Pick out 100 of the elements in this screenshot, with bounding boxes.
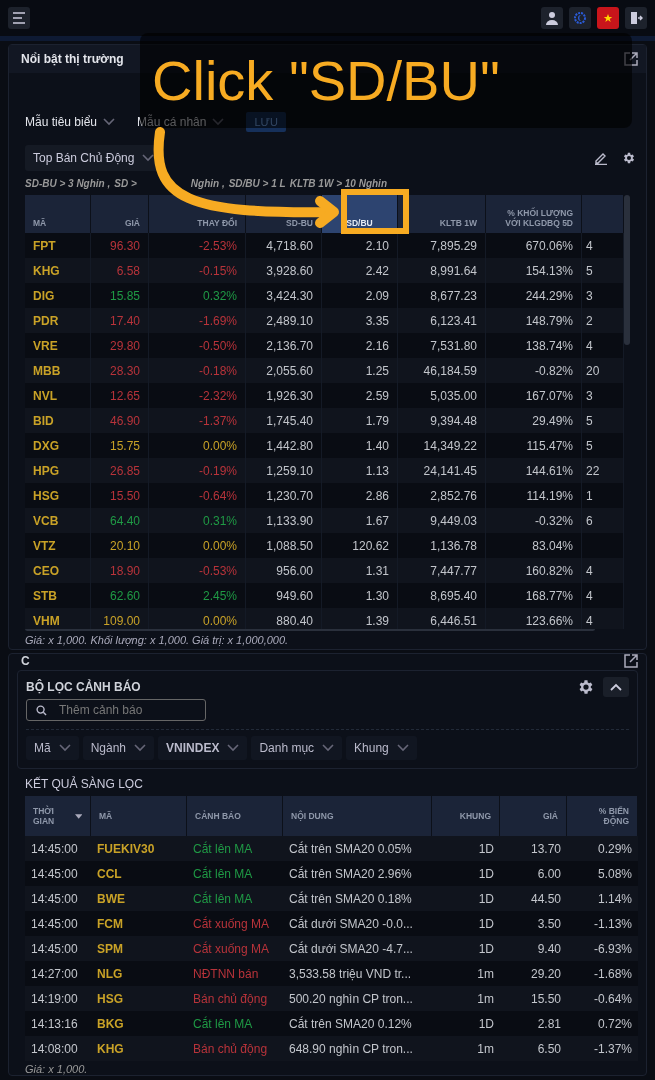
symbol-cell[interactable]: SPM (91, 936, 187, 961)
open-external-icon[interactable] (624, 654, 638, 668)
logout-icon[interactable] (625, 7, 647, 29)
table-cell: 1 (582, 483, 624, 508)
symbol-cell[interactable]: MBB (25, 358, 91, 383)
price-cell: 29.20 (500, 961, 567, 986)
time-cell: 14:08:00 (25, 1036, 91, 1061)
filter-dropdown[interactable]: VNINDEX (158, 736, 248, 760)
table-cell: 160.82% (486, 558, 582, 583)
symbol-cell[interactable]: CCL (91, 861, 187, 886)
symbol-cell[interactable]: DIG (25, 283, 91, 308)
collapse-button[interactable] (603, 677, 629, 697)
symbol-cell[interactable]: VHM (25, 608, 91, 629)
content-cell: Cắt dưới SMA20 -0.0... (283, 911, 432, 936)
table-cell: 83.04% (486, 533, 582, 558)
column-header[interactable]: THỜI GIAN (25, 796, 91, 836)
content-cell: Cắt trên SMA20 0.18% (283, 886, 432, 911)
column-header[interactable]: MÃ (25, 195, 91, 233)
symbol-cell[interactable]: KHG (91, 1036, 187, 1061)
frame-cell: 1D (432, 836, 500, 861)
table-cell: 1,745.40 (246, 408, 322, 433)
table-cell: 6,446.51 (398, 608, 486, 629)
sort-caret-icon (74, 813, 82, 819)
symbol-cell[interactable]: FPT (25, 233, 91, 258)
table-cell: 4 (582, 233, 624, 258)
column-header[interactable]: KHUNG (432, 796, 500, 836)
column-header[interactable]: % BIẾN ĐỘNG (567, 796, 638, 836)
alert-cell: Bán chủ động (187, 986, 283, 1011)
column-header[interactable]: MÃ (91, 796, 187, 836)
open-external-icon[interactable] (624, 52, 638, 66)
symbol-cell[interactable]: HSG (25, 483, 91, 508)
change-cell: -2.53% (149, 233, 246, 258)
user-icon[interactable] (541, 7, 563, 29)
table-cell: 2.86 (322, 483, 398, 508)
horizontal-scrollbar[interactable] (25, 626, 595, 631)
price-cell: 15.50 (91, 483, 149, 508)
symbol-cell[interactable]: STB (25, 583, 91, 608)
table-cell: 167.07% (486, 383, 582, 408)
search-field[interactable]: Thêm cảnh báo (26, 699, 206, 721)
panel-title: Nổi bật thị trường (21, 52, 124, 66)
column-header[interactable]: GIÁ (500, 796, 567, 836)
symbol-cell[interactable]: PDR (25, 308, 91, 333)
table-cell: 4 (582, 333, 624, 358)
settings-icon[interactable] (622, 151, 636, 165)
symbol-cell[interactable]: VTZ (25, 533, 91, 558)
symbol-cell[interactable]: BID (25, 408, 91, 433)
settings-icon[interactable] (577, 678, 595, 696)
edit-icon[interactable] (594, 151, 608, 165)
table-cell: 2.42 (322, 258, 398, 283)
price-cell: 15.85 (91, 283, 149, 308)
symbol-cell[interactable]: HPG (25, 458, 91, 483)
vertical-scrollbar[interactable] (624, 195, 630, 345)
table-cell: 114.19% (486, 483, 582, 508)
column-header[interactable]: GIÁ (91, 195, 149, 233)
symbol-cell[interactable]: DXG (25, 433, 91, 458)
menu-icon[interactable] (8, 7, 30, 29)
symbol-cell[interactable]: FCM (91, 911, 187, 936)
symbol-cell[interactable]: FUEKIV30 (91, 836, 187, 861)
panel-title: C (21, 654, 30, 668)
column-header[interactable]: % KHỐI LƯỢNG VỚI KLGDBQ 5D (486, 195, 582, 233)
change-cell: -0.15% (149, 258, 246, 283)
symbol-cell[interactable]: NLG (91, 961, 187, 986)
column-header[interactable]: CẢNH BÁO (187, 796, 283, 836)
frame-cell: 1D (432, 861, 500, 886)
symbol-cell[interactable]: NVL (25, 383, 91, 408)
filter-criterion: SD-BU > 3 Nghin , (25, 178, 111, 189)
chevron-down-icon (103, 118, 116, 126)
filter-dropdown[interactable]: Danh mục (251, 736, 343, 760)
symbol-cell[interactable]: VCB (25, 508, 91, 533)
theme-icon[interactable] (569, 7, 591, 29)
filter-dropdown[interactable]: Mã (26, 736, 79, 760)
symbol-cell[interactable]: BWE (91, 886, 187, 911)
alert-cell: Cắt xuống MA (187, 911, 283, 936)
table-cell: 115.47% (486, 433, 582, 458)
template-dropdown[interactable]: Mẫu tiêu biểu (25, 115, 116, 129)
table-cell: 670.06% (486, 233, 582, 258)
price-cell: 20.10 (91, 533, 149, 558)
price-cell: 96.30 (91, 233, 149, 258)
symbol-cell[interactable]: BKG (91, 1011, 187, 1036)
symbol-cell[interactable]: KHG (25, 258, 91, 283)
filter-dropdown[interactable]: Khung (346, 736, 417, 760)
table-cell: 7,447.77 (398, 558, 486, 583)
chevron-up-icon (610, 683, 622, 691)
table-cell: 4 (582, 583, 624, 608)
table-cell: 1.67 (322, 508, 398, 533)
column-header[interactable]: KLTB 1W (398, 195, 486, 233)
price-cell: 6.58 (91, 258, 149, 283)
change-cell: 0.31% (149, 508, 246, 533)
symbol-cell[interactable]: HSG (91, 986, 187, 1011)
price-cell: 9.40 (500, 936, 567, 961)
flag-icon[interactable] (597, 7, 619, 29)
alert-cell: NĐTNN bán (187, 961, 283, 986)
chevron-down-icon (396, 744, 409, 752)
filter-dropdown[interactable]: Ngành (82, 736, 155, 760)
column-header[interactable]: NỘI DUNG (283, 796, 432, 836)
table-cell: 1,259.10 (246, 458, 322, 483)
symbol-cell[interactable]: VRE (25, 333, 91, 358)
price-cell: 6.50 (500, 1036, 567, 1061)
table-cell: 24,141.45 (398, 458, 486, 483)
symbol-cell[interactable]: CEO (25, 558, 91, 583)
